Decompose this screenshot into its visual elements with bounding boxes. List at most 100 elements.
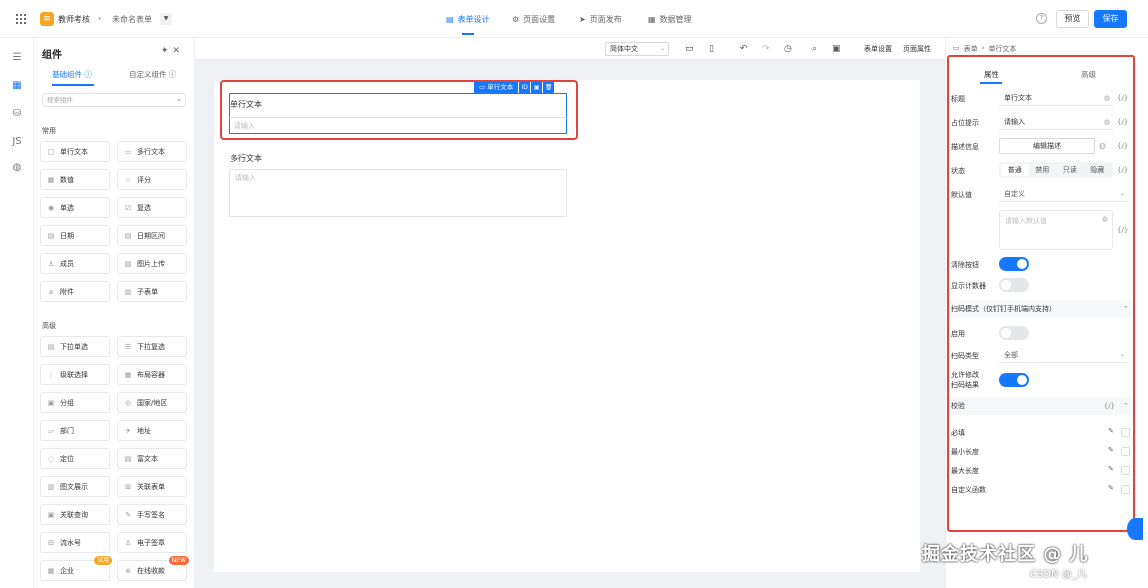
advanced-component-item[interactable]: ⋮ 级联选择 xyxy=(40,364,110,385)
pin-icon[interactable]: ✦ xyxy=(161,46,173,56)
tab-basic-components[interactable]: 基础组件 ⓘ xyxy=(52,69,92,80)
language-select[interactable]: 简体中文 ⌄ xyxy=(605,42,669,56)
tab-basic-label: 基础组件 xyxy=(52,70,82,79)
tab-custom-components[interactable]: 自定义组件 ⓘ xyxy=(129,69,176,80)
advanced-component-item[interactable]: ▱ 部门 xyxy=(40,420,110,441)
component-icon: ♙ xyxy=(47,259,55,268)
redo-icon[interactable]: ↷ xyxy=(762,43,770,55)
advanced-component-item[interactable]: ☰ 下拉复选 xyxy=(117,336,187,357)
common-component-item[interactable]: ☑ 复选 xyxy=(117,197,187,218)
assistant-bubble-icon[interactable] xyxy=(1127,518,1143,540)
component-icon: ☑ xyxy=(124,203,132,212)
common-component-item[interactable]: ⌀ 附件 xyxy=(40,281,110,302)
form-settings-button[interactable]: 表单设置 xyxy=(864,44,892,54)
component-label: 数值 xyxy=(60,175,74,184)
advanced-component-item[interactable]: ◎ 国家/地区 xyxy=(117,392,187,413)
code-icon[interactable]: ▣ xyxy=(832,43,841,55)
common-component-item[interactable]: ♙ 成员 xyxy=(40,253,110,274)
advanced-component-item[interactable]: ⊛ 在线收款 NEW xyxy=(117,556,189,581)
props-breadcrumb: ▭ 表单 › 单行文本 xyxy=(953,44,1016,54)
components-icon[interactable]: ▦ xyxy=(11,80,23,92)
component-label: 手写签名 xyxy=(137,510,165,519)
tab-page-publish[interactable]: ➤ 页面发布 xyxy=(579,14,622,25)
common-component-item[interactable]: ◉ 单选 xyxy=(40,197,110,218)
component-icon: ☰ xyxy=(124,342,132,351)
advanced-component-item[interactable]: ▣ 分组 xyxy=(40,392,110,413)
component-search-input[interactable]: 搜索组件 ⌕ xyxy=(42,93,186,107)
app-title[interactable]: 教师考核 xyxy=(58,14,90,25)
chevron-right-icon: › xyxy=(981,44,985,52)
advanced-component-item[interactable]: ▣ 关联查询 xyxy=(40,504,110,525)
component-label: 子表单 xyxy=(137,287,158,296)
breadcrumb-form[interactable]: 表单 xyxy=(964,44,978,54)
field-multi-line-textarea[interactable]: 请输入 xyxy=(229,169,567,217)
tab-custom-label: 自定义组件 xyxy=(129,70,167,79)
common-component-item[interactable]: ▤ 日期区间 xyxy=(117,225,187,246)
chevron-down-icon: ⌄ xyxy=(659,45,665,52)
component-icon: ▧ xyxy=(124,259,132,268)
component-icon: ▥ xyxy=(124,287,132,296)
common-component-item[interactable]: ▤ 日期 xyxy=(40,225,110,246)
form-name[interactable]: 未命名表单 xyxy=(112,14,152,25)
advanced-component-item[interactable]: ⊞ 关联表单 xyxy=(117,476,187,497)
close-icon[interactable]: ✕ xyxy=(172,46,184,56)
advanced-component-item[interactable]: ▦ 企业 试用 xyxy=(40,556,112,581)
section-common: 常用 xyxy=(42,127,56,135)
form-name-dropdown-icon[interactable]: ▼ xyxy=(160,13,172,25)
component-label: 图片上传 xyxy=(137,259,165,268)
component-label: 图文展示 xyxy=(60,482,88,491)
component-label: 单行文本 xyxy=(60,147,88,156)
component-label: 富文本 xyxy=(137,454,158,463)
outline-icon[interactable]: ☰ xyxy=(11,52,23,64)
common-component-item[interactable]: ▧ 图片上传 xyxy=(117,253,187,274)
preview-button[interactable]: 预览 xyxy=(1056,10,1089,28)
help-icon[interactable]: ? xyxy=(1036,13,1047,24)
advanced-component-item[interactable]: ▤ 下拉单选 xyxy=(40,336,110,357)
js-icon[interactable]: JS xyxy=(11,136,23,148)
advanced-component-item[interactable]: ▥ 图文展示 xyxy=(40,476,110,497)
component-icon: ▦ xyxy=(47,566,55,575)
tab-data-management-label: 数据管理 xyxy=(659,15,692,24)
send-icon: ➤ xyxy=(579,15,586,24)
gear-icon: ⚙ xyxy=(512,15,520,24)
common-component-item[interactable]: □ 单行文本 xyxy=(40,141,110,162)
common-component-item[interactable]: ☆ 评分 xyxy=(117,169,187,190)
search-icon[interactable]: ⌕ xyxy=(812,43,817,55)
history-icon[interactable]: ◷ xyxy=(784,43,792,55)
component-label: 分组 xyxy=(60,398,74,407)
advanced-component-item[interactable]: ◌ 定位 xyxy=(40,448,110,469)
component-icon: ⌀ xyxy=(48,287,54,296)
highlight-box-properties xyxy=(947,55,1135,532)
advanced-component-item[interactable]: ▤ 富文本 xyxy=(117,448,187,469)
common-component-item[interactable]: ▥ 子表单 xyxy=(117,281,187,302)
advanced-component-item[interactable]: ⊟ 流水号 xyxy=(40,532,110,553)
advanced-component-item[interactable]: ♙ 电子签章 xyxy=(117,532,187,553)
page-properties-button[interactable]: 页面属性 xyxy=(903,44,931,54)
component-label: 部门 xyxy=(60,426,74,435)
globe-icon[interactable]: ◍ xyxy=(11,162,23,174)
tab-page-settings[interactable]: ⚙ 页面设置 xyxy=(512,14,555,25)
component-icon: ▤ xyxy=(124,454,132,463)
component-icon: ☆ xyxy=(124,175,132,184)
common-component-item[interactable]: ▦ 数值 xyxy=(40,169,110,190)
component-icon: ◎ xyxy=(124,398,132,407)
save-button[interactable]: 保存 xyxy=(1094,10,1127,28)
component-label: 国家/地区 xyxy=(137,398,168,407)
tab-form-design[interactable]: ▤ 表单设计 xyxy=(446,14,490,25)
component-label: 企业 xyxy=(60,566,74,575)
component-label: 地址 xyxy=(137,426,151,435)
component-label: 多行文本 xyxy=(137,147,165,156)
advanced-component-item[interactable]: ▦ 布局容器 xyxy=(117,364,187,385)
app-grid-icon[interactable] xyxy=(16,14,26,24)
component-icon: □ xyxy=(47,147,55,156)
tab-data-management[interactable]: ▦ 数据管理 xyxy=(648,14,692,25)
search-icon: ⌕ xyxy=(177,96,181,104)
mobile-view-icon[interactable]: ▯ xyxy=(709,43,714,55)
advanced-component-item[interactable]: ✈ 地址 xyxy=(117,420,187,441)
common-component-item[interactable]: ▭ 多行文本 xyxy=(117,141,187,162)
desktop-view-icon[interactable]: ▭ xyxy=(685,43,694,55)
datasource-icon[interactable]: ⛁ xyxy=(11,108,23,120)
advanced-component-item[interactable]: ✎ 手写签名 xyxy=(117,504,187,525)
watermark: 掘金技术社区 @ 儿 xyxy=(922,544,1089,565)
undo-icon[interactable]: ↶ xyxy=(740,43,748,55)
